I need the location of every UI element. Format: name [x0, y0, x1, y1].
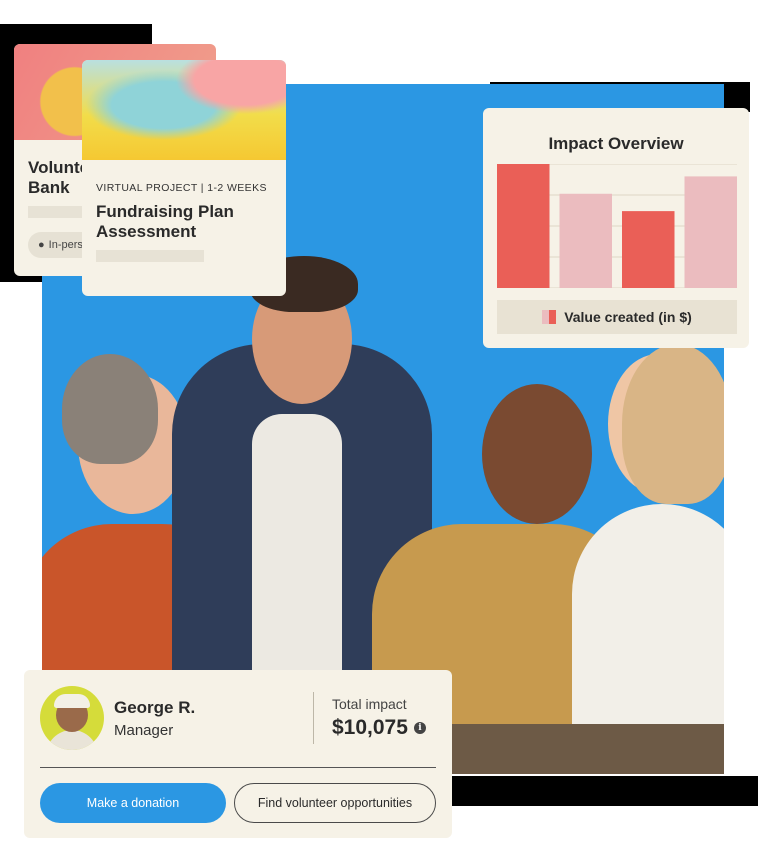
chart-bar-3	[622, 211, 675, 288]
fundraising-card-placeholder-bar	[96, 250, 204, 262]
profile-divider-vertical	[313, 692, 314, 744]
profile-divider-horizontal	[40, 767, 436, 768]
chart-bar-2	[559, 193, 612, 288]
fundraising-card-meta: VIRTUAL PROJECT | 1-2 WEEKS	[96, 182, 267, 194]
fundraising-card[interactable]: VIRTUAL PROJECT | 1-2 WEEKS Fundraising …	[82, 60, 286, 296]
chart-legend: Value created (in $)	[497, 300, 737, 334]
total-impact-label: Total impact	[332, 696, 407, 712]
profile-card: George R. Manager Total impact $10,075 i…	[24, 670, 452, 838]
impact-overview-card: Impact Overview Value created (in $)	[483, 108, 749, 348]
fundraising-card-art	[82, 60, 286, 160]
fundraising-card-title: Fundraising Plan Assessment	[96, 202, 234, 241]
chart-bar-1	[497, 164, 550, 288]
find-volunteer-opportunities-button[interactable]: Find volunteer opportunities	[234, 783, 436, 823]
total-impact-amount: $10,075	[332, 716, 408, 739]
make-donation-button[interactable]: Make a donation	[40, 783, 226, 823]
legend-swatch	[542, 310, 557, 324]
chart-bar-4	[684, 176, 737, 288]
total-impact-value: $10,075 i	[332, 716, 426, 740]
profile-card-shadow	[452, 776, 758, 806]
profile-name: George R.	[114, 698, 196, 717]
impact-overview-title: Impact Overview	[548, 134, 684, 153]
legend-label: Value created (in $)	[564, 309, 692, 325]
info-icon[interactable]: i	[413, 722, 426, 734]
profile-role: Manager	[114, 722, 174, 739]
avatar	[40, 686, 104, 750]
location-pin-icon: ●	[38, 239, 45, 251]
impact-bar-chart	[497, 164, 737, 288]
